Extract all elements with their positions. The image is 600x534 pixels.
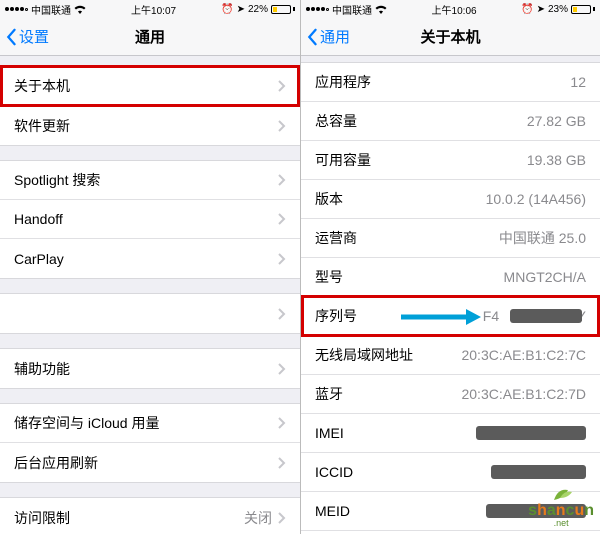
row-label: 可用容量: [315, 150, 527, 170]
row-spotlight[interactable]: Spotlight 搜索: [0, 161, 300, 200]
row-value: 关闭: [244, 508, 272, 528]
row-carplay[interactable]: CarPlay: [0, 239, 300, 278]
row-label: 关于本机: [14, 76, 272, 96]
signal-icon: [5, 7, 28, 11]
row-label: 访问限制: [14, 508, 244, 528]
row-value: 20:3C:AE:B1:C2:7D: [461, 386, 586, 402]
chevron-right-icon: [278, 308, 286, 320]
about-list: 应用程序12 总容量27.82 GB 可用容量19.38 GB 版本10.0.2…: [301, 56, 600, 534]
row-label: Spotlight 搜索: [14, 170, 272, 190]
row-model[interactable]: 型号MNGT2CH/A: [301, 258, 600, 297]
row-value: 20:3C:AE:B1:C2:7C: [461, 347, 586, 363]
row-update[interactable]: 软件更新: [0, 106, 300, 145]
watermark: shancun .net const data = JSON.parse(doc…: [528, 484, 594, 528]
back-button[interactable]: 设置: [0, 26, 49, 47]
wifi-icon: [375, 5, 387, 14]
row-hidden[interactable]: [0, 294, 300, 333]
signal-icon: [306, 7, 329, 11]
chevron-right-icon: [278, 512, 286, 524]
row-storage[interactable]: 储存空间与 iCloud 用量: [0, 404, 300, 443]
time-label: 上午10:07: [131, 2, 176, 17]
nav-bar: 通用 关于本机: [301, 18, 600, 56]
battery-pct: 22%: [248, 4, 268, 15]
row-label: CarPlay: [14, 251, 272, 267]
chevron-right-icon: [278, 120, 286, 132]
row-version[interactable]: 版本10.0.2 (14A456): [301, 180, 600, 219]
row-serial[interactable]: 序列号 F4 Y: [301, 297, 600, 336]
battery-icon: [271, 5, 295, 14]
row-carrier[interactable]: 运营商中国联通 25.0: [301, 219, 600, 258]
chevron-right-icon: [278, 457, 286, 469]
nav-bar: 设置 通用: [0, 18, 300, 56]
alarm-icon: ⏰: [521, 4, 533, 15]
watermark-net: .net: [554, 518, 569, 528]
chevron-right-icon: [278, 213, 286, 225]
carrier-label: 中国联通: [332, 2, 372, 17]
row-capacity[interactable]: 总容量27.82 GB: [301, 102, 600, 141]
row-label: Handoff: [14, 211, 272, 227]
row-label: 版本: [315, 189, 486, 209]
row-bt[interactable]: 蓝牙20:3C:AE:B1:C2:7D: [301, 375, 600, 414]
row-wifi[interactable]: 无线局域网地址20:3C:AE:B1:C2:7C: [301, 336, 600, 375]
row-restrict[interactable]: 访问限制 关闭: [0, 498, 300, 534]
chevron-right-icon: [278, 174, 286, 186]
location-icon: ➤: [537, 4, 545, 15]
battery-icon: [571, 5, 595, 14]
time-label: 上午10:06: [432, 2, 477, 17]
chevron-right-icon: [278, 253, 286, 265]
chevron-left-icon: [5, 28, 17, 46]
row-about[interactable]: 关于本机: [0, 67, 300, 106]
carrier-label: 中国联通: [31, 2, 71, 17]
row-value: 19.38 GB: [527, 152, 586, 168]
row-label: 应用程序: [315, 72, 570, 92]
battery-pct: 23%: [548, 4, 568, 15]
chevron-left-icon: [306, 28, 318, 46]
row-apps[interactable]: 应用程序12: [301, 63, 600, 102]
wifi-icon: [74, 5, 86, 14]
row-imei[interactable]: IMEI: [301, 414, 600, 453]
row-avail[interactable]: 可用容量19.38 GB: [301, 141, 600, 180]
row-handoff[interactable]: Handoff: [0, 200, 300, 239]
row-label: 蓝牙: [315, 384, 461, 404]
back-label: 通用: [320, 26, 350, 47]
page-title: 通用: [135, 26, 165, 47]
row-label: 总容量: [315, 111, 527, 131]
settings-list: 关于本机 软件更新 Spotlight 搜索 Handoff CarPlay: [0, 56, 300, 534]
phone-left: 中国联通 上午10:07 ⏰ ➤ 22% 设置 通用 关于本机 软件更新: [0, 0, 300, 534]
row-value: 27.82 GB: [527, 113, 586, 129]
row-label: 软件更新: [14, 116, 272, 136]
row-label: 型号: [315, 267, 504, 287]
row-value: 中国联通 25.0: [499, 228, 586, 248]
row-refresh[interactable]: 后台应用刷新: [0, 443, 300, 482]
row-value: 10.0.2 (14A456): [486, 191, 586, 207]
alarm-icon: ⏰: [221, 4, 233, 15]
page-title: 关于本机: [420, 26, 480, 47]
chevron-right-icon: [278, 363, 286, 375]
row-label: 序列号: [315, 306, 483, 326]
chevron-right-icon: [278, 80, 286, 92]
row-value: MNGT2CH/A: [504, 269, 586, 285]
back-button[interactable]: 通用: [301, 26, 350, 47]
row-label: 辅助功能: [14, 359, 272, 379]
chevron-right-icon: [278, 417, 286, 429]
row-value: 12: [570, 74, 586, 90]
status-bar: 中国联通 上午10:06 ⏰ ➤ 23%: [301, 0, 600, 18]
row-label: 后台应用刷新: [14, 453, 272, 473]
status-bar: 中国联通 上午10:07 ⏰ ➤ 22%: [0, 0, 300, 18]
leaf-icon: [546, 484, 576, 502]
phone-right: 中国联通 上午10:06 ⏰ ➤ 23% 通用 关于本机 应用程序12 总容量2…: [300, 0, 600, 534]
row-label: 无线局域网地址: [315, 345, 461, 365]
row-label: 储存空间与 iCloud 用量: [14, 413, 272, 433]
back-label: 设置: [19, 26, 49, 47]
row-label: 运营商: [315, 228, 499, 248]
location-icon: ➤: [237, 4, 245, 15]
row-accessibility[interactable]: 辅助功能: [0, 349, 300, 388]
